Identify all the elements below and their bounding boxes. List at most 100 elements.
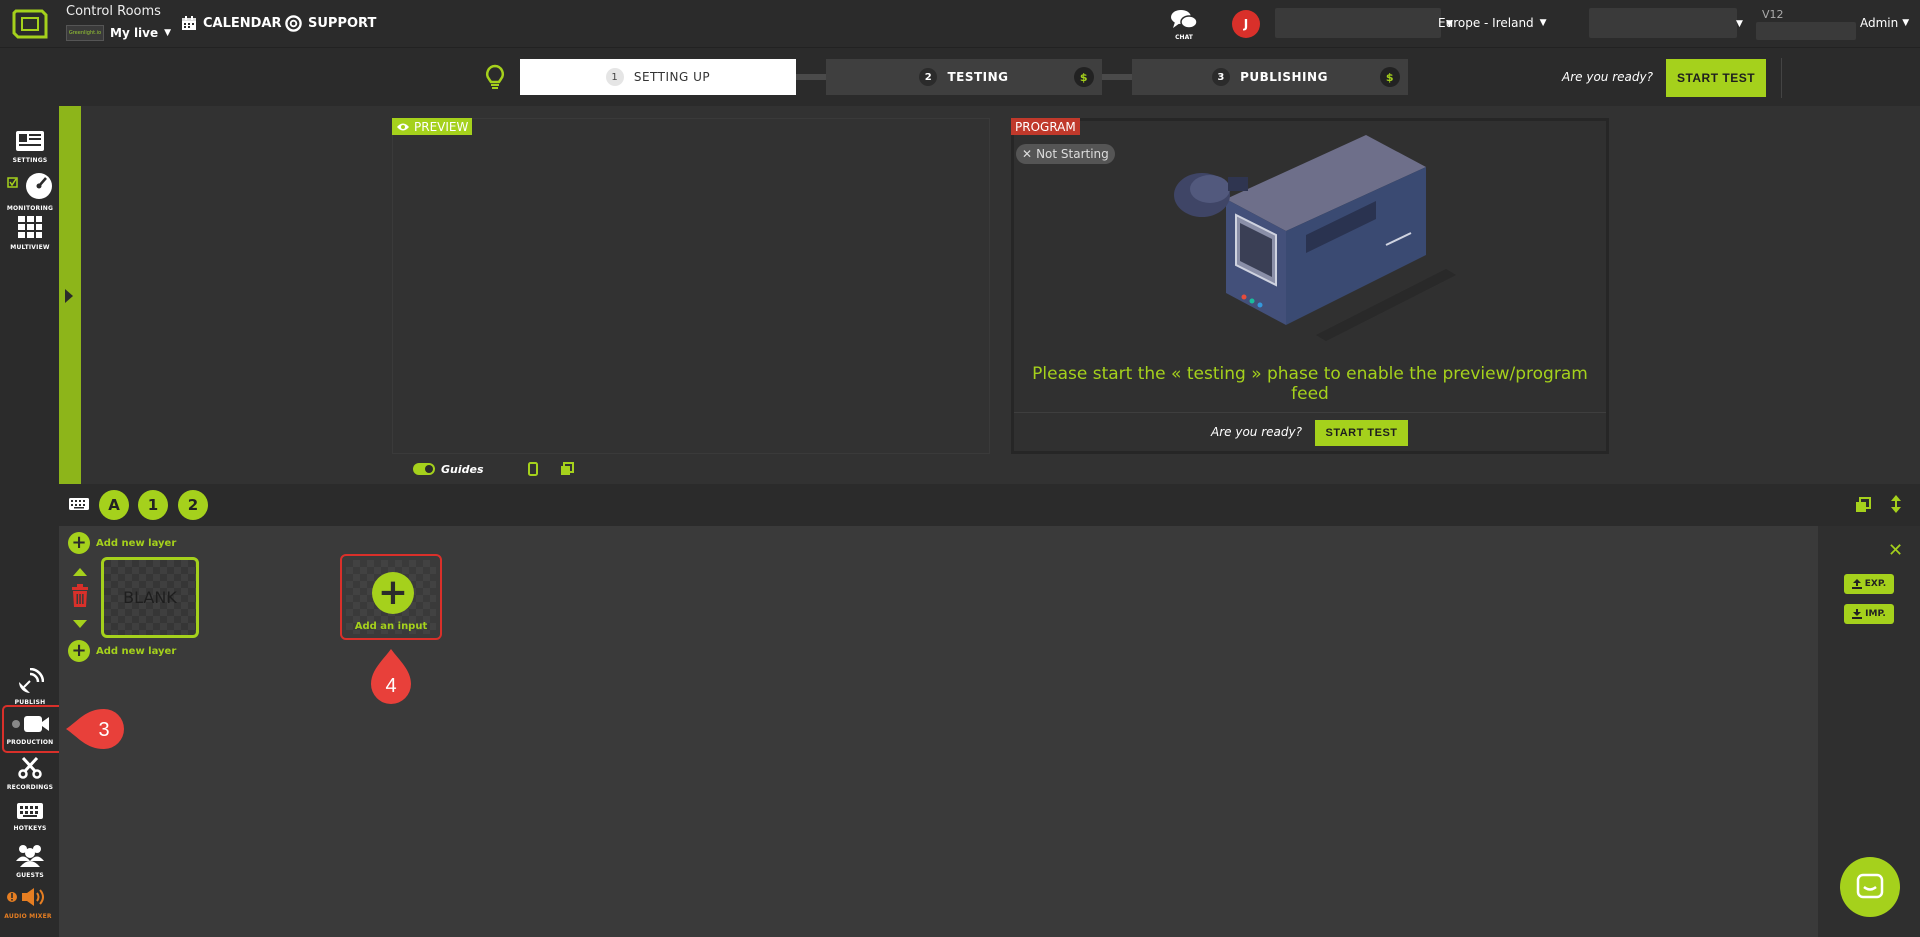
sidebar-item-hotkeys[interactable]: HOTKEYS bbox=[6, 802, 54, 832]
chevron-down-icon: ▼ bbox=[164, 28, 172, 38]
chat-icon bbox=[1856, 873, 1884, 899]
calendar-link[interactable]: CALENDAR bbox=[181, 15, 282, 31]
app-logo-icon[interactable] bbox=[12, 7, 48, 41]
start-test-button-program[interactable]: START TEST bbox=[1315, 420, 1408, 446]
region-label: Europe - Ireland bbox=[1438, 16, 1534, 30]
eye-icon bbox=[397, 123, 409, 130]
ready-question: Are you ready? bbox=[1211, 425, 1302, 439]
calendar-label: CALENDAR bbox=[203, 15, 282, 31]
move-up-icon[interactable] bbox=[72, 567, 88, 577]
chat-label: CHAT bbox=[1175, 34, 1193, 41]
chat-button[interactable]: CHAT bbox=[1168, 8, 1200, 41]
admin-label: Admin bbox=[1860, 16, 1899, 30]
grid-icon bbox=[18, 216, 42, 238]
resize-vertical-icon[interactable] bbox=[1890, 494, 1902, 514]
trash-icon[interactable] bbox=[70, 584, 90, 608]
copy-icon[interactable] bbox=[1855, 497, 1871, 513]
support-label: SUPPORT bbox=[308, 16, 377, 31]
add-layer-label: Add new layer bbox=[96, 537, 177, 549]
marker-number: 3 bbox=[98, 719, 109, 741]
scissors-icon bbox=[18, 756, 42, 779]
keyboard-icon[interactable] bbox=[68, 497, 90, 511]
sidebar-item-guests[interactable]: GUESTS bbox=[6, 843, 54, 879]
sidebar-item-publish[interactable]: PUBLISH bbox=[6, 667, 54, 706]
sidebar-item-monitoring[interactable]: MONITORING bbox=[6, 172, 54, 212]
close-icon[interactable]: ✕ bbox=[1888, 540, 1903, 561]
sidebar-item-recordings[interactable]: RECORDINGS bbox=[6, 756, 54, 791]
settings-panel-icon bbox=[16, 131, 44, 151]
export-button[interactable]: EXP. bbox=[1844, 574, 1894, 594]
divider bbox=[1781, 58, 1782, 98]
toggle-switch[interactable] bbox=[413, 463, 435, 475]
upload-icon bbox=[1851, 579, 1862, 589]
sidebar-item-audio-mixer[interactable]: AUDIO MIXER bbox=[4, 886, 52, 920]
add-layer-bottom-button[interactable]: + Add new layer bbox=[68, 640, 176, 662]
account-select[interactable] bbox=[1589, 8, 1737, 38]
app-title: Control Rooms bbox=[66, 4, 161, 19]
top-bar: Control Rooms Greenlight.io My live ▼ CA… bbox=[0, 0, 1920, 48]
download-icon bbox=[1852, 609, 1863, 619]
plus-icon: + bbox=[372, 572, 414, 614]
step-number: 2 bbox=[919, 68, 938, 86]
region-select[interactable]: Europe - Ireland ▼ bbox=[1438, 16, 1547, 30]
status-label: Not Starting bbox=[1036, 147, 1109, 161]
step-testing[interactable]: 2 TESTING $ bbox=[826, 59, 1102, 95]
import-button[interactable]: IMP. bbox=[1844, 604, 1894, 624]
live-thumbnail: Greenlight.io bbox=[66, 25, 104, 41]
redacted-info bbox=[1756, 22, 1856, 40]
blank-layer-tile[interactable]: BLANK bbox=[101, 557, 199, 638]
export-label: EXP. bbox=[1864, 579, 1887, 589]
live-name: My live bbox=[110, 26, 159, 40]
step-label: PUBLISHING bbox=[1240, 70, 1328, 84]
support-chat-button[interactable] bbox=[1840, 857, 1900, 917]
add-input-button[interactable]: + Add an input bbox=[340, 554, 442, 640]
guides-toggle[interactable]: Guides bbox=[413, 462, 574, 476]
chevron-down-icon[interactable]: ▼ bbox=[1736, 19, 1743, 29]
dollar-icon: $ bbox=[1380, 67, 1400, 87]
lightbulb-icon[interactable] bbox=[484, 64, 506, 90]
step-number: 1 bbox=[605, 68, 624, 86]
gauge-icon bbox=[7, 173, 52, 199]
admin-menu[interactable]: Admin ▼ bbox=[1860, 16, 1909, 30]
close-icon: ✕ bbox=[1022, 147, 1033, 161]
organization-select[interactable] bbox=[1275, 8, 1441, 38]
sidebar-label: AUDIO MIXER bbox=[4, 913, 52, 920]
support-link[interactable]: SUPPORT bbox=[285, 15, 376, 32]
sidebar-item-multiview[interactable]: MULTIVIEW bbox=[6, 215, 54, 251]
sidebar-label: HOTKEYS bbox=[13, 825, 47, 832]
scene-a-button[interactable]: A bbox=[99, 490, 129, 520]
add-input-tile: + Add an input bbox=[346, 560, 436, 634]
step-publishing[interactable]: 3 PUBLISHING $ bbox=[1132, 59, 1408, 95]
copy-icon[interactable] bbox=[560, 462, 574, 476]
step-setting-up[interactable]: 1 SETTING UP bbox=[520, 59, 796, 95]
speaker-icon bbox=[7, 888, 44, 906]
satellite-icon bbox=[19, 667, 45, 693]
preview-monitor bbox=[392, 118, 990, 454]
scene-1-button[interactable]: 1 bbox=[138, 490, 168, 520]
start-test-button[interactable]: START TEST bbox=[1666, 59, 1766, 97]
sidebar-label: MULTIVIEW bbox=[10, 244, 50, 251]
marker-number: 4 bbox=[385, 675, 396, 697]
caret-right-icon bbox=[65, 289, 73, 303]
callout-marker-4: 4 bbox=[371, 649, 411, 704]
move-down-icon[interactable] bbox=[72, 619, 88, 629]
live-selector[interactable]: Greenlight.io My live ▼ bbox=[66, 24, 171, 42]
guests-icon bbox=[16, 845, 44, 867]
plus-icon: + bbox=[68, 640, 90, 662]
callout-marker-3: 3 bbox=[66, 709, 124, 749]
add-layer-top-button[interactable]: + Add new layer bbox=[68, 532, 176, 554]
chevron-down-icon: ▼ bbox=[1902, 18, 1910, 28]
program-message: Please start the « testing » phase to en… bbox=[1032, 364, 1588, 404]
step-label: TESTING bbox=[947, 70, 1009, 84]
lifebuoy-icon bbox=[285, 15, 302, 32]
mobile-icon[interactable] bbox=[527, 462, 538, 476]
calendar-icon bbox=[182, 16, 196, 30]
layer-toolbar bbox=[59, 484, 1920, 526]
sidebar-label: RECORDINGS bbox=[6, 784, 54, 791]
user-avatar[interactable]: J bbox=[1232, 10, 1260, 38]
scene-2-button[interactable]: 2 bbox=[178, 490, 208, 520]
program-tag: PROGRAM bbox=[1011, 118, 1080, 135]
sidebar-item-settings[interactable]: SETTINGS bbox=[6, 130, 54, 164]
collapse-panel-toggle[interactable] bbox=[59, 106, 81, 484]
keyboard-icon bbox=[17, 803, 43, 819]
